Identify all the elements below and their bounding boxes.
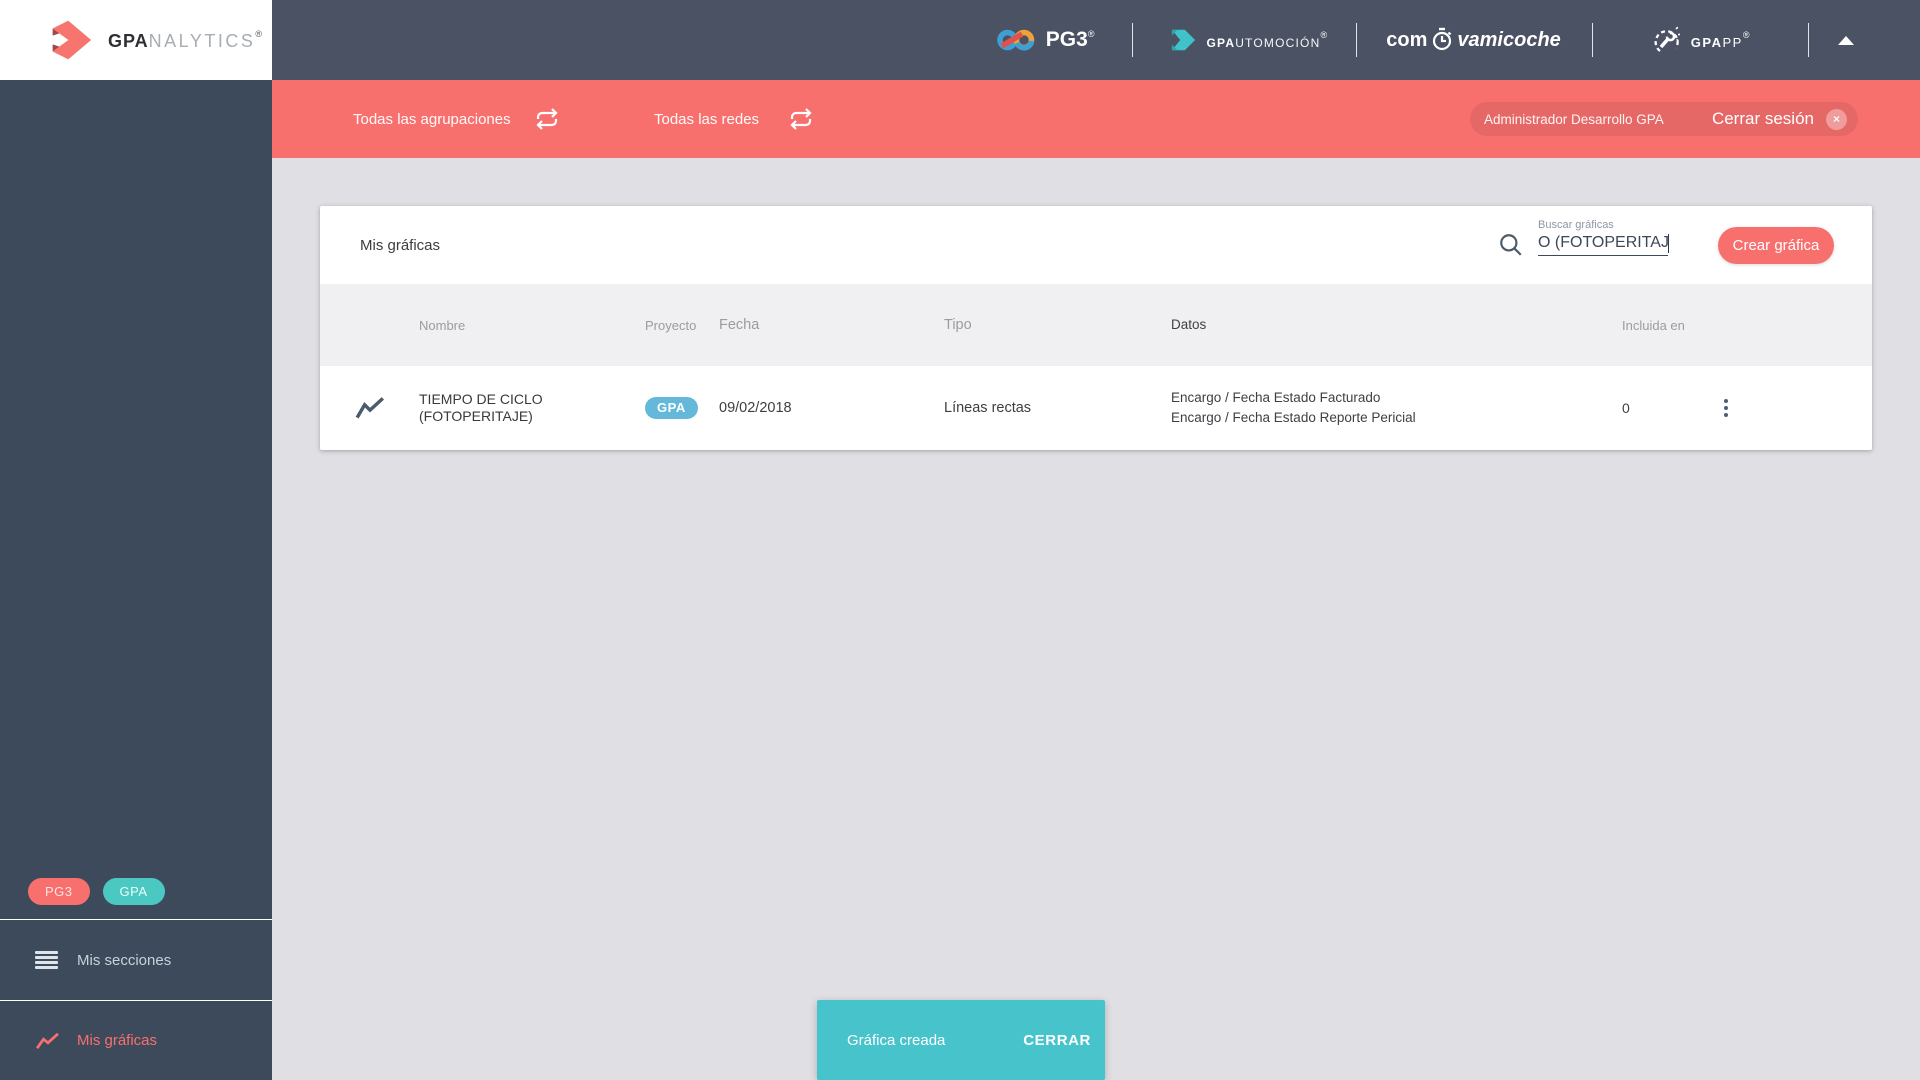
data-series-line: Encargo / Fecha Estado Facturado <box>1171 390 1381 405</box>
project-badge: GPA <box>645 397 698 419</box>
logo-nalytics: NALYTICS <box>148 30 256 51</box>
column-header-nombre: Nombre <box>419 317 466 333</box>
brand-strip: PG3® GPAUTOMOCIÓN® com vamicoche GPAPP® <box>996 0 1920 80</box>
snackbar: Gráfica creada CERRAR <box>817 1000 1105 1080</box>
chart-type: Líneas rectas <box>944 400 1032 416</box>
swap-agrupaciones-icon[interactable] <box>535 108 559 130</box>
filter-bar: Todas las agrupaciones Todas las redes A… <box>272 80 1920 158</box>
redes-filter[interactable]: Todas las redes <box>654 80 759 158</box>
chart-date: 09/02/2018 <box>719 400 792 416</box>
snackbar-close-button[interactable]: CERRAR <box>1023 1032 1091 1049</box>
chart-data-series: Encargo / Fecha Estado Facturado Encargo… <box>1171 388 1604 428</box>
pg3-infinity-icon <box>997 29 1035 51</box>
snackbar-message: Gráfica creada <box>847 1031 946 1049</box>
comprova-vamicoche: vamicoche <box>1457 28 1561 51</box>
gpautomocion-arrow-icon <box>1172 29 1196 51</box>
gpapp-label: GPAPP® <box>1690 30 1751 50</box>
sidebar-bottom: PG3 GPA Mis secciones Mis gráficas <box>0 878 272 1080</box>
pg3-label: PG3® <box>1045 28 1095 51</box>
row-menu-button[interactable] <box>1717 395 1735 422</box>
page-title: Mis gráficas <box>360 236 441 254</box>
collapse-arrow-icon[interactable] <box>1838 35 1854 45</box>
user-session-pill: Administrador Desarrollo GPA Cerrar sesi… <box>1470 102 1858 136</box>
create-chart-button[interactable]: Crear gráfica <box>1718 226 1834 264</box>
top-bar: GPANALYTICS® PG3® GPAUTOMOCIÓN® com vami… <box>0 0 1920 80</box>
table-header: Nombre Proyecto Fecha Tipo Datos Incluid… <box>320 284 1872 366</box>
brand-divider <box>1356 23 1358 57</box>
comprova-com: com <box>1386 28 1428 51</box>
gpautomocion-logo[interactable]: GPAUTOMOCIÓN® <box>1169 27 1328 53</box>
brand-divider <box>1591 23 1593 57</box>
chart-line-icon <box>35 1032 59 1049</box>
included-in-count: 0 <box>1622 400 1630 416</box>
brand-divider <box>1808 23 1809 57</box>
data-series-line: Encargo / Fecha Estado Reporte Pericial <box>1171 410 1416 425</box>
chart-type-icon <box>355 397 384 419</box>
search-label: Buscar gráficas <box>1538 219 1614 231</box>
table-row[interactable]: TIEMPO DE CICLO (FOTOPERITAJE) GPA 09/02… <box>320 366 1872 450</box>
sidebar-item-mis-graficas[interactable]: Mis gráficas <box>0 1000 272 1080</box>
comprovamicoche-logo[interactable]: com vamicoche <box>1386 27 1561 53</box>
gpapp-logo[interactable]: GPAPP® <box>1650 25 1751 55</box>
column-header-fecha: Fecha <box>719 317 760 333</box>
search-field: Buscar gráficas <box>1538 219 1669 256</box>
menu-icon <box>35 950 58 970</box>
chart-name[interactable]: TIEMPO DE CICLO (FOTOPERITAJE) <box>419 391 574 425</box>
logo-reg: ® <box>255 28 263 39</box>
search-icon[interactable] <box>1498 232 1524 258</box>
logout-button[interactable]: Cerrar sesión <box>1712 109 1814 129</box>
pg3-badge[interactable]: PG3 <box>28 878 90 905</box>
gpanalytics-logo-text: GPANALYTICS® <box>108 29 263 52</box>
column-header-datos: Datos <box>1171 317 1207 332</box>
gpautomocion-label: GPAUTOMOCIÓN® <box>1206 30 1329 50</box>
sidebar-item-label: Mis gráficas <box>77 1032 158 1049</box>
card-header: Mis gráficas Buscar gráficas Crear gráfi… <box>320 206 1872 284</box>
pg3-logo[interactable]: PG3® <box>996 25 1095 55</box>
search-input[interactable] <box>1538 234 1668 256</box>
sidebar: PG3 GPA Mis secciones Mis gráficas <box>0 80 272 1080</box>
gpa-badge[interactable]: GPA <box>102 878 165 905</box>
column-header-tipo: Tipo <box>944 317 972 333</box>
column-header-incluida-en: Incluida en <box>1622 317 1685 333</box>
column-header-proyecto: Proyecto <box>645 317 697 333</box>
user-name: Administrador Desarrollo GPA <box>1484 111 1664 127</box>
stopwatch-icon <box>1433 27 1452 51</box>
app-badges: PG3 GPA <box>0 878 272 919</box>
brand-divider <box>1132 23 1134 57</box>
card-controls: Buscar gráficas Crear gráfica <box>1498 219 1872 264</box>
sidebar-item-mis-secciones[interactable]: Mis secciones <box>0 919 272 1000</box>
gpanalytics-logo-icon <box>52 20 92 60</box>
agrupaciones-filter[interactable]: Todas las agrupaciones <box>353 80 511 158</box>
mis-graficas-card: Mis gráficas Buscar gráficas Crear gráfi… <box>320 206 1872 450</box>
swap-redes-icon[interactable] <box>789 108 813 130</box>
sidebar-item-label: Mis secciones <box>77 951 172 969</box>
logo-gpa: GPA <box>108 30 149 51</box>
gpanalytics-logo[interactable]: GPANALYTICS® <box>0 0 272 80</box>
gpapp-wrench-icon <box>1654 26 1680 52</box>
text-caret <box>1668 234 1669 253</box>
main-content: Mis gráficas Buscar gráficas Crear gráfi… <box>272 158 1920 1080</box>
logout-icon[interactable]: × <box>1826 108 1847 130</box>
